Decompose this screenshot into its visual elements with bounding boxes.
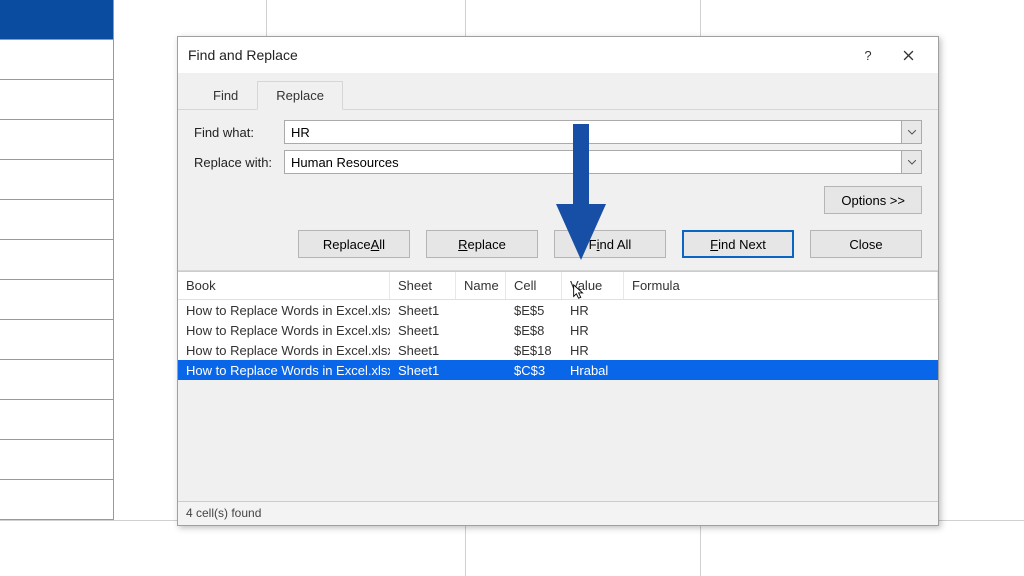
chevron-down-icon: [908, 160, 916, 165]
col-book[interactable]: Book: [178, 272, 390, 299]
grid-cell[interactable]: [0, 480, 113, 520]
dialog-title: Find and Replace: [188, 47, 848, 63]
grid-cell[interactable]: [0, 240, 113, 280]
find-next-button[interactable]: Find Next: [682, 230, 794, 258]
result-cell-value: Hrabal: [562, 363, 624, 378]
find-what-input[interactable]: [284, 120, 922, 144]
result-cell-cell: $E$8: [506, 323, 562, 338]
replace-button[interactable]: Replace: [426, 230, 538, 258]
replace-with-combo: [284, 150, 922, 174]
grid-cell[interactable]: [0, 40, 113, 80]
col-value[interactable]: Value: [562, 272, 624, 299]
replace-with-input[interactable]: [284, 150, 922, 174]
dialog-tabs: Find Replace: [178, 73, 938, 110]
result-cell-book: How to Replace Words in Excel.xlsx: [178, 303, 390, 318]
column-a: [0, 0, 114, 520]
result-cell-sheet: Sheet1: [390, 343, 456, 358]
replace-with-dropdown[interactable]: [901, 151, 921, 173]
dialog-titlebar[interactable]: Find and Replace ?: [178, 37, 938, 73]
result-cell-cell: $C$3: [506, 363, 562, 378]
result-cell-value: HR: [562, 303, 624, 318]
find-what-combo: [284, 120, 922, 144]
options-button[interactable]: Options >>: [824, 186, 922, 214]
grid-cell[interactable]: [0, 400, 113, 440]
grid-cell[interactable]: [0, 280, 113, 320]
result-cell-book: How to Replace Words in Excel.xlsx: [178, 343, 390, 358]
find-replace-dialog: Find and Replace ? Find Replace Find wha…: [177, 36, 939, 526]
col-formula[interactable]: Formula: [624, 272, 938, 299]
grid-cell[interactable]: [0, 80, 113, 120]
replace-all-button[interactable]: Replace All: [298, 230, 410, 258]
help-button[interactable]: ?: [848, 40, 888, 70]
result-row[interactable]: How to Replace Words in Excel.xlsxSheet1…: [178, 320, 938, 340]
result-cell-value: HR: [562, 323, 624, 338]
result-row[interactable]: How to Replace Words in Excel.xlsxSheet1…: [178, 340, 938, 360]
grid-cell[interactable]: [0, 200, 113, 240]
result-cell-value: HR: [562, 343, 624, 358]
tab-find[interactable]: Find: [194, 81, 257, 109]
result-row[interactable]: How to Replace Words in Excel.xlsxSheet1…: [178, 300, 938, 320]
tab-replace[interactable]: Replace: [257, 81, 343, 110]
result-cell-cell: $E$5: [506, 303, 562, 318]
col-name[interactable]: Name: [456, 272, 506, 299]
grid-cell[interactable]: [0, 360, 113, 400]
col-sheet[interactable]: Sheet: [390, 272, 456, 299]
grid-cell[interactable]: [0, 160, 113, 200]
chevron-down-icon: [908, 130, 916, 135]
grid-cell[interactable]: [0, 120, 113, 160]
result-row[interactable]: How to Replace Words in Excel.xlsxSheet1…: [178, 360, 938, 380]
dialog-actions: Replace All Replace Find All Find Next C…: [178, 224, 938, 271]
close-button[interactable]: Close: [810, 230, 922, 258]
grid-cell[interactable]: [0, 440, 113, 480]
close-icon: [903, 50, 914, 61]
selected-cell[interactable]: [0, 0, 113, 40]
replace-with-label: Replace with:: [194, 155, 284, 170]
results-body: How to Replace Words in Excel.xlsxSheet1…: [178, 300, 938, 380]
replace-form: Find what: Replace with:: [178, 110, 938, 174]
window-close-button[interactable]: [888, 40, 928, 70]
status-bar: 4 cell(s) found: [178, 501, 938, 525]
results-list: Book Sheet Name Cell Value Formula How t…: [178, 271, 938, 380]
result-cell-cell: $E$18: [506, 343, 562, 358]
results-header: Book Sheet Name Cell Value Formula: [178, 272, 938, 300]
result-cell-sheet: Sheet1: [390, 323, 456, 338]
result-cell-sheet: Sheet1: [390, 303, 456, 318]
find-all-button[interactable]: Find All: [554, 230, 666, 258]
result-cell-book: How to Replace Words in Excel.xlsx: [178, 363, 390, 378]
grid-cell[interactable]: [0, 320, 113, 360]
result-cell-sheet: Sheet1: [390, 363, 456, 378]
result-cell-book: How to Replace Words in Excel.xlsx: [178, 323, 390, 338]
find-what-dropdown[interactable]: [901, 121, 921, 143]
find-what-label: Find what:: [194, 125, 284, 140]
col-cell[interactable]: Cell: [506, 272, 562, 299]
